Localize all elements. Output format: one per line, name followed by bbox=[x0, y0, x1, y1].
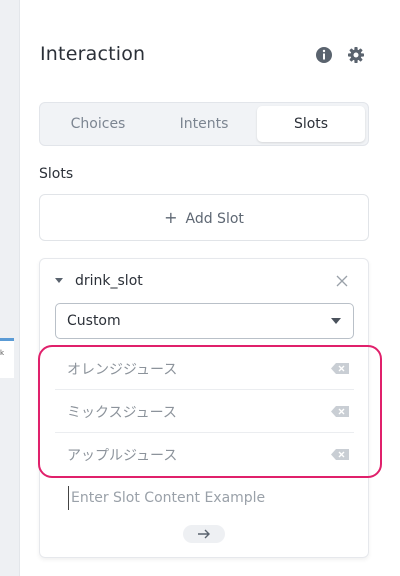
slot-name[interactable]: drink_slot bbox=[75, 273, 143, 289]
slot-type-value: Custom bbox=[67, 313, 121, 329]
tab-slots[interactable]: Slots bbox=[257, 106, 365, 142]
interaction-panel: Interaction Choices Intents Slots Slots … bbox=[19, 0, 400, 576]
canvas-area bbox=[0, 0, 19, 576]
canvas-node-fragment[interactable]: k bbox=[0, 338, 14, 378]
tab-bar: Choices Intents Slots bbox=[39, 102, 369, 146]
slot-type-select[interactable]: Custom bbox=[55, 303, 354, 339]
gear-icon[interactable] bbox=[347, 46, 365, 64]
canvas-node-text: k bbox=[0, 349, 5, 357]
add-slot-button[interactable]: + Add Slot bbox=[39, 194, 369, 241]
add-slot-label: Add Slot bbox=[185, 211, 244, 227]
collapse-caret-icon[interactable] bbox=[54, 277, 64, 285]
slot-example-input[interactable] bbox=[68, 486, 343, 510]
submit-example-button[interactable] bbox=[183, 525, 225, 543]
chevron-down-icon bbox=[331, 318, 341, 324]
panel-title: Interaction bbox=[40, 43, 146, 65]
info-icon[interactable] bbox=[315, 46, 333, 64]
plus-icon: + bbox=[164, 208, 178, 227]
tab-choices[interactable]: Choices bbox=[43, 106, 153, 142]
close-icon[interactable] bbox=[336, 275, 348, 287]
tab-intents[interactable]: Intents bbox=[150, 106, 258, 142]
highlight-annotation bbox=[38, 345, 382, 478]
arrow-right-icon bbox=[198, 529, 210, 539]
slots-section-label: Slots bbox=[39, 166, 74, 182]
